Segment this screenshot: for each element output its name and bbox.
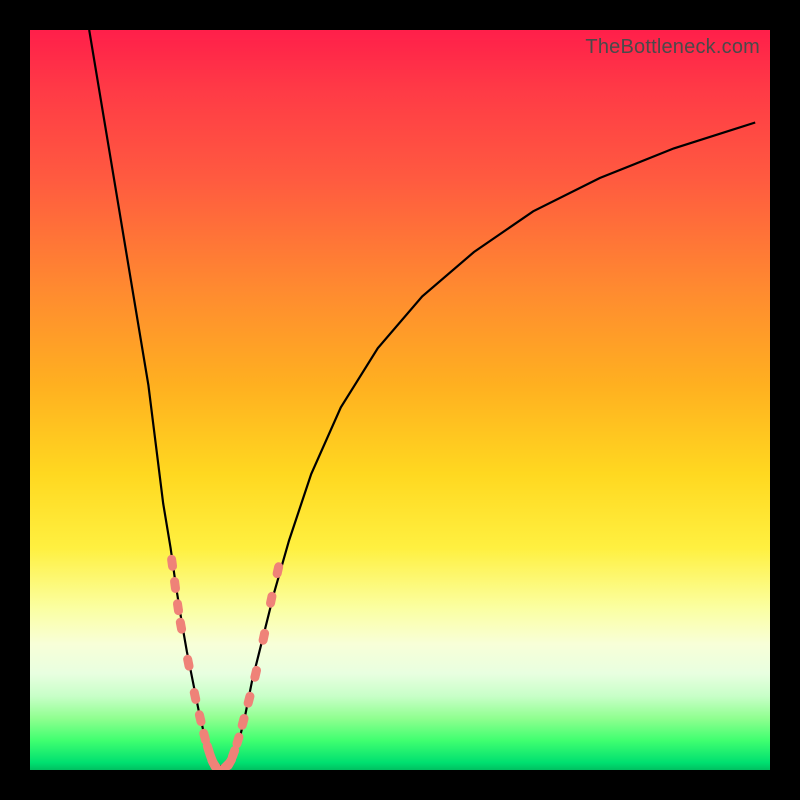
marker-pill (265, 591, 277, 609)
bottleneck-curve (30, 30, 770, 770)
marker-pill (172, 599, 183, 616)
marker-pill (194, 709, 206, 727)
curve-right (230, 123, 755, 767)
marker-pill (249, 665, 261, 683)
marker-pill (175, 617, 187, 634)
marker-pill (237, 713, 250, 731)
markers-left (167, 554, 224, 770)
markers-right (218, 561, 284, 770)
plot-area: TheBottleneck.com (30, 30, 770, 770)
marker-pill (167, 554, 178, 571)
marker-pill (170, 576, 181, 593)
marker-pill (189, 687, 201, 705)
marker-pill (243, 691, 256, 709)
marker-pill (182, 654, 194, 671)
curve-left (89, 30, 215, 766)
marker-pill (258, 628, 270, 646)
watermark-text: TheBottleneck.com (585, 36, 760, 59)
outer-frame: TheBottleneck.com (0, 0, 800, 800)
marker-pill (272, 561, 284, 579)
